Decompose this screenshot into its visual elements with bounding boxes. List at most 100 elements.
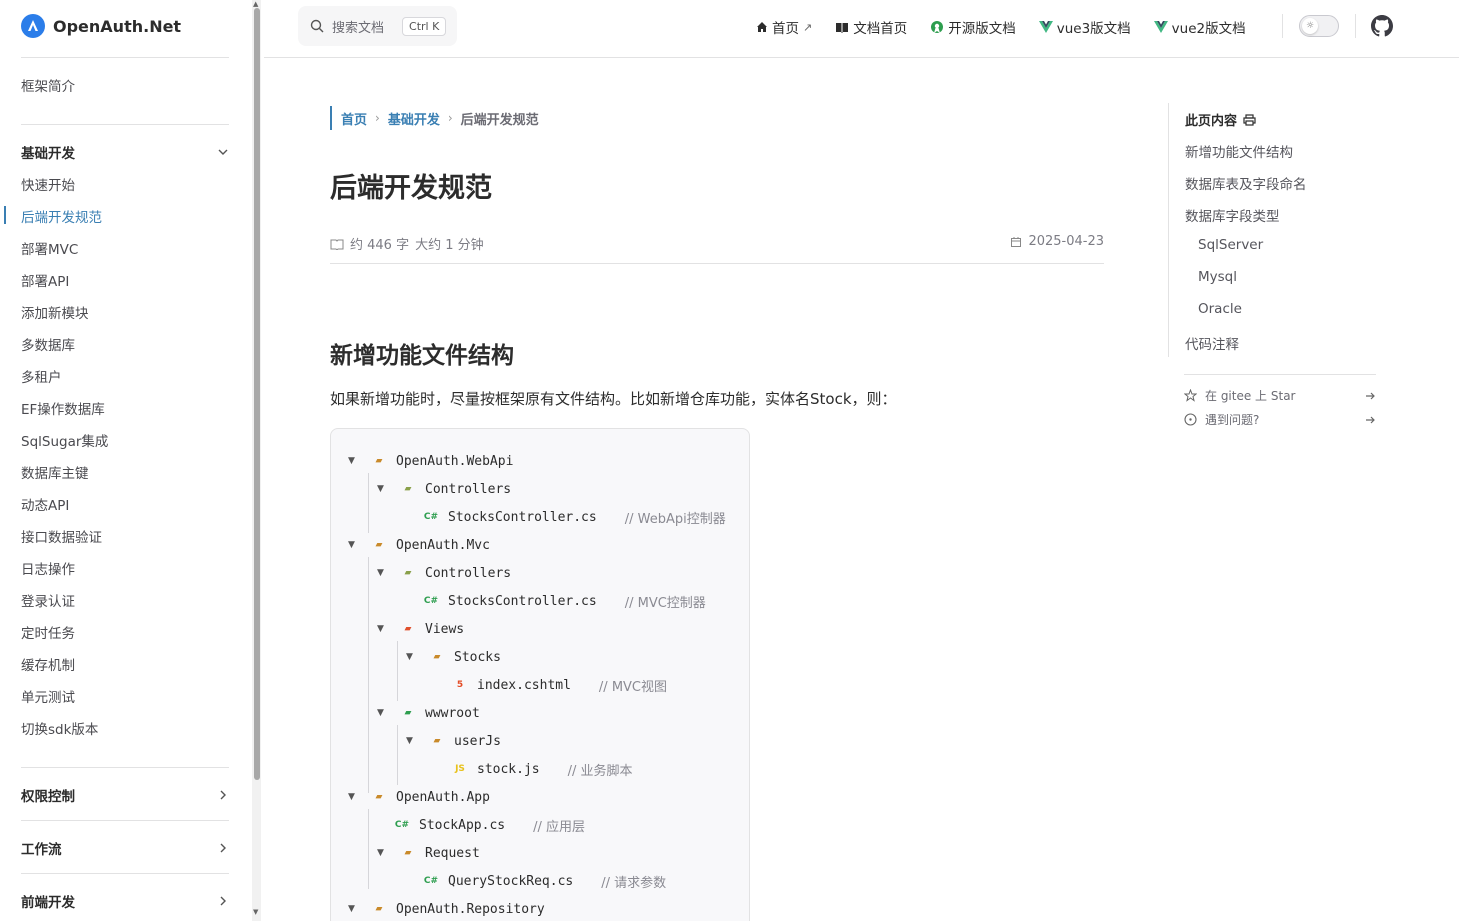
sidebar-item-intro[interactable]: 框架简介	[21, 75, 75, 95]
sidebar-item[interactable]: 快速开始	[21, 174, 75, 194]
scroll-down-icon[interactable]: ▼	[253, 908, 258, 916]
vue-icon	[1038, 21, 1053, 33]
star-icon	[1184, 389, 1197, 402]
breadcrumb-home[interactable]: 首页	[341, 109, 367, 128]
divider	[21, 57, 229, 58]
caret-down-icon: ▼	[377, 484, 384, 494]
breadcrumb-section[interactable]: 基础开发	[388, 109, 440, 128]
folder-icon: ▰	[375, 540, 383, 550]
sidebar-item[interactable]: 切换sdk版本	[21, 718, 98, 738]
toc-item[interactable]: Oracle	[1198, 301, 1242, 317]
breadcrumb: 首页 › 基础开发 › 后端开发规范	[330, 106, 539, 130]
sun-icon: ☼	[1302, 18, 1318, 34]
tree-row[interactable]: ▼ ▰ OpenAuth.WebApi	[348, 451, 513, 471]
tree-row[interactable]: C# StocksController.cs // MVC控制器	[424, 591, 706, 611]
sidebar-group-frontend[interactable]: 前端开发	[21, 891, 229, 911]
tree-row[interactable]: ▼ ▰ OpenAuth.App	[348, 787, 490, 807]
divider	[21, 124, 229, 125]
tree-guide	[397, 641, 398, 701]
sidebar-item[interactable]: 定时任务	[21, 622, 75, 642]
sidebar-group-workflow[interactable]: 工作流	[21, 838, 229, 858]
breadcrumb-current: 后端开发规范	[460, 112, 539, 128]
folder-icon: ▰	[375, 904, 383, 914]
file-name: StocksController.cs	[448, 509, 597, 525]
nav-vue3-docs[interactable]: vue3版文档	[1038, 17, 1131, 37]
theme-toggle[interactable]: ☼	[1299, 15, 1339, 37]
file-name: index.cshtml	[477, 677, 571, 693]
sidebar-item[interactable]: EF操作数据库	[21, 398, 105, 418]
sidebar-group-label: 工作流	[21, 842, 62, 858]
folder-icon: ▰	[433, 736, 441, 746]
file-comment: // MVC视图	[598, 679, 668, 695]
scroll-up-icon[interactable]: ▲	[253, 0, 258, 8]
file-comment: // 请求参数	[601, 875, 667, 891]
toc-item[interactable]: 数据库字段类型	[1185, 205, 1280, 225]
tree-row[interactable]: ▼ ▰ Views	[377, 619, 464, 639]
print-icon[interactable]	[1243, 113, 1256, 126]
scrollbar-thumb[interactable]	[254, 8, 260, 780]
sidebar-item[interactable]: 接口数据验证	[21, 526, 102, 546]
tree-row[interactable]: C# StockApp.cs // 应用层	[395, 815, 585, 835]
gitee-star-label: 在 gitee 上 Star	[1205, 389, 1296, 403]
nav-oss-docs[interactable]: 开源版文档	[930, 17, 1016, 37]
issue-link[interactable]: 遇到问题?	[1184, 411, 1376, 428]
tree-row[interactable]: 5 index.cshtml // MVC视图	[453, 675, 667, 695]
tree-row[interactable]: ▼ ▰ OpenAuth.Mvc	[348, 535, 490, 555]
sidebar-item[interactable]: 部署MVC	[21, 238, 78, 258]
sidebar-item[interactable]: 数据库主键	[21, 462, 89, 482]
sidebar-item[interactable]: 缓存机制	[21, 654, 75, 674]
nav-docs-home[interactable]: 文档首页	[835, 17, 907, 37]
tree-row[interactable]: ▼ ▰ userJs	[406, 731, 501, 751]
file-name: wwwroot	[425, 705, 480, 721]
file-name: Request	[425, 845, 480, 861]
file-name: QueryStockReq.cs	[448, 873, 574, 889]
nav-home[interactable]: 首页 ↗	[756, 17, 812, 37]
toc-item[interactable]: 新增功能文件结构	[1185, 141, 1293, 161]
toc-item[interactable]: 代码注释	[1185, 333, 1239, 353]
sidebar-group-permission[interactable]: 权限控制	[21, 785, 229, 805]
divider	[1282, 14, 1283, 38]
file-name: userJs	[454, 733, 501, 749]
toc-title-label: 此页内容	[1185, 114, 1238, 129]
sidebar-item[interactable]: 登录认证	[21, 590, 75, 610]
nav-links: 首页 ↗ 文档首页 开源版文档 vue3版文档 vue2版文档	[756, 17, 1246, 37]
csharp-icon: C#	[394, 820, 410, 830]
sidebar-item[interactable]: 多数据库	[21, 334, 75, 354]
controllers-folder-icon: ▰	[404, 568, 412, 578]
sidebar-item[interactable]: 部署API	[21, 270, 69, 290]
tree-row[interactable]: ▼ ▰ Controllers	[377, 563, 511, 583]
book-icon	[836, 23, 849, 33]
sidebar-item[interactable]: 单元测试	[21, 686, 75, 706]
tree-row[interactable]: JS stock.js // 业务脚本	[453, 759, 632, 779]
tree-row[interactable]: C# QueryStockReq.cs // 请求参数	[424, 871, 666, 891]
toc-item[interactable]: 数据库表及字段命名	[1185, 173, 1307, 193]
logo[interactable]: OpenAuth.Net	[21, 14, 181, 38]
chevron-right-icon	[220, 896, 226, 906]
logo-text: OpenAuth.Net	[53, 16, 182, 36]
sidebar-item[interactable]: 动态API	[21, 494, 69, 514]
search-button[interactable]: 搜索文档 Ctrl K	[298, 6, 457, 46]
tree-row[interactable]: ▼ ▰ Request	[377, 843, 480, 863]
toc-title: 此页内容	[1185, 110, 1256, 129]
sidebar-item[interactable]: 多租户	[21, 366, 62, 386]
tree-row[interactable]: ▼ ▰ OpenAuth.Repository	[348, 899, 545, 919]
sidebar-item[interactable]: SqlSugar集成	[21, 430, 108, 450]
tree-row[interactable]: ▼ ▰ Stocks	[406, 647, 501, 667]
word-count: 约 446 字	[350, 238, 410, 253]
gitee-star-link[interactable]: 在 gitee 上 Star	[1184, 387, 1376, 404]
tree-row[interactable]: ▼ ▰ wwwroot	[377, 703, 480, 723]
github-icon[interactable]	[1371, 15, 1393, 41]
active-indicator	[4, 206, 6, 224]
toc-item[interactable]: SqlServer	[1198, 237, 1263, 253]
nav-vue2-docs[interactable]: vue2版文档	[1153, 17, 1246, 37]
sidebar-item[interactable]: 日志操作	[21, 558, 75, 578]
sidebar-item[interactable]: 添加新模块	[21, 302, 89, 322]
tree-row[interactable]: C# StocksController.cs // WebApi控制器	[424, 507, 726, 527]
nav-home-label: 首页	[772, 21, 799, 37]
sidebar-item-active[interactable]: 后端开发规范	[21, 206, 102, 226]
toc-item[interactable]: Mysql	[1198, 269, 1237, 285]
views-folder-icon: ▰	[404, 624, 412, 634]
tree-row[interactable]: ▼ ▰ Controllers	[377, 479, 511, 499]
folder-icon: ▰	[404, 848, 412, 858]
sidebar-group-basic[interactable]: 基础开发	[21, 142, 229, 162]
